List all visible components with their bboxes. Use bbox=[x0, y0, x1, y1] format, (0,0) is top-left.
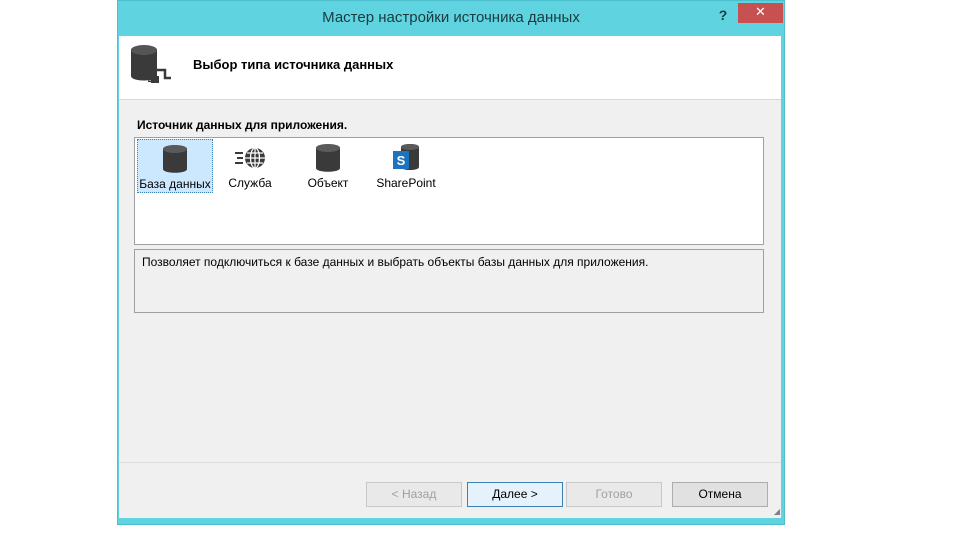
source-item-label: Служба bbox=[228, 176, 272, 190]
data-source-label: Источник данных для приложения. bbox=[137, 118, 348, 132]
source-item-label: Объект bbox=[307, 176, 349, 190]
database-icon bbox=[163, 145, 187, 173]
object-icon bbox=[316, 144, 340, 172]
close-icon: ✕ bbox=[755, 5, 766, 20]
wizard-body: Выбор типа источника данных Источник дан… bbox=[119, 36, 781, 518]
wizard-window: Мастер настройки источника данных ? ✕ Вы… bbox=[117, 0, 785, 525]
page-title: Выбор типа источника данных bbox=[193, 57, 394, 72]
back-button[interactable]: < Назад bbox=[366, 482, 462, 507]
source-item-sharepoint[interactable]: S SharePoint bbox=[368, 139, 444, 193]
help-button[interactable]: ? bbox=[712, 5, 734, 25]
description-box: Позволяет подключиться к базе данных и в… bbox=[134, 249, 764, 313]
web-service-icon bbox=[235, 147, 265, 169]
window-title: Мастер настройки источника данных bbox=[322, 9, 580, 26]
cancel-button[interactable]: Отмена bbox=[672, 482, 768, 507]
footer-divider bbox=[119, 462, 781, 463]
resize-grip[interactable]: ◢ bbox=[770, 507, 780, 517]
wizard-header: Выбор типа источника данных bbox=[119, 36, 781, 100]
finish-button[interactable]: Готово bbox=[566, 482, 662, 507]
source-item-database[interactable]: База данных bbox=[137, 139, 213, 193]
database-plug-icon bbox=[131, 45, 171, 83]
sharepoint-icon: S bbox=[393, 144, 419, 170]
next-button[interactable]: Далее > bbox=[467, 482, 563, 507]
source-item-service[interactable]: Служба bbox=[212, 139, 288, 193]
svg-text:S: S bbox=[397, 153, 406, 168]
close-button[interactable]: ✕ bbox=[738, 3, 783, 23]
title-bar[interactable]: Мастер настройки источника данных ? ✕ bbox=[118, 1, 784, 36]
source-item-object[interactable]: Объект bbox=[290, 139, 366, 193]
source-item-label: База данных bbox=[139, 177, 211, 191]
source-item-label: SharePoint bbox=[376, 176, 436, 190]
data-source-list: База данных Служба Объект S SharePoint bbox=[134, 137, 764, 245]
